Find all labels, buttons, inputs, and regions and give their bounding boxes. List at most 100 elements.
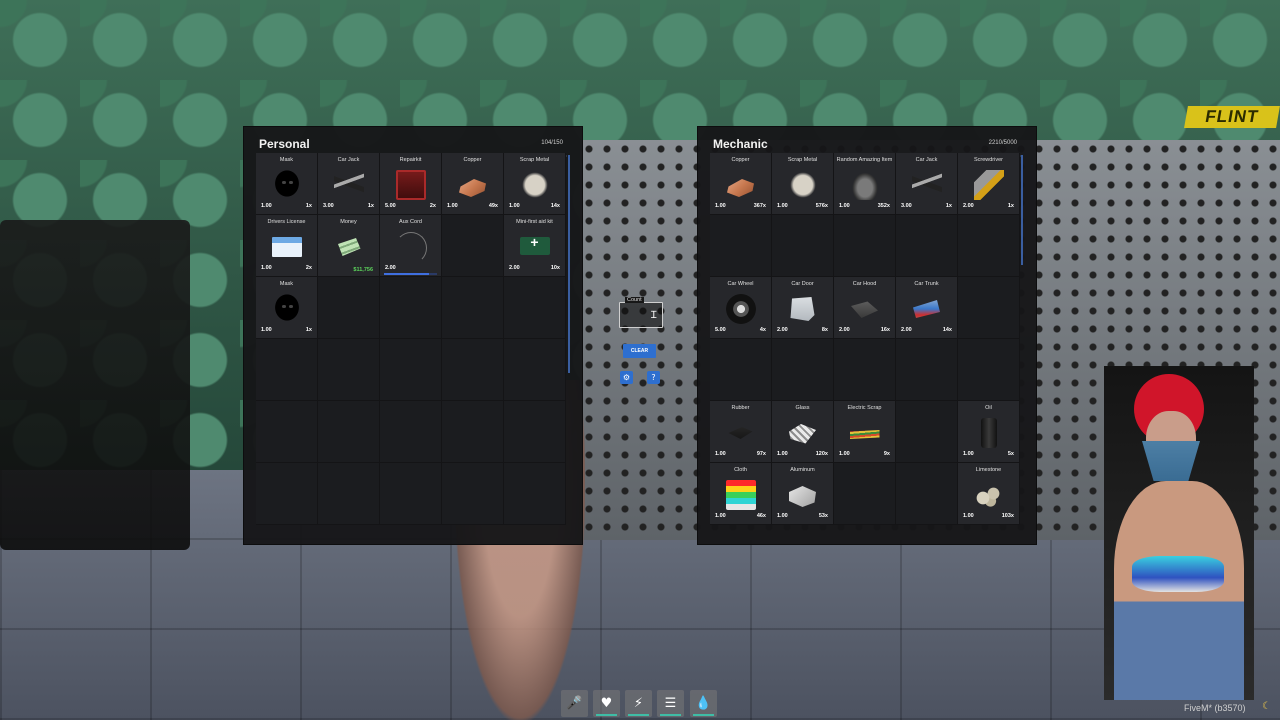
item-weight: 5.00 [715, 327, 726, 333]
inventory-slot[interactable]: Car Jack 3.00 1x [318, 153, 380, 215]
item-name: Mini-first aid kit [516, 219, 553, 225]
empty-slot[interactable] [442, 339, 504, 401]
inventory-slot[interactable]: Cloth 1.00 46x [710, 463, 772, 525]
copper-icon [459, 179, 486, 197]
empty-slot[interactable] [958, 277, 1020, 339]
inventory-slot[interactable]: Scrap Metal 1.00 576x [772, 153, 834, 215]
empty-slot[interactable] [958, 339, 1020, 401]
item-weight: 1.00 [777, 203, 788, 209]
mechanic-scrollbar[interactable] [1021, 155, 1023, 265]
personal-scrollbar[interactable] [568, 155, 570, 373]
inventory-slot[interactable]: Random Amazing Item 1.00 352x [834, 153, 896, 215]
empty-slot[interactable] [896, 215, 958, 277]
item-weight: 1.00 [963, 451, 974, 457]
clear-button[interactable]: CLEAR [623, 344, 656, 358]
empty-slot[interactable] [772, 339, 834, 401]
item-weight: 1.00 [777, 451, 788, 457]
inventory-slot[interactable]: Money $11,756 [318, 215, 380, 277]
empty-slot[interactable] [442, 215, 504, 277]
inventory-slot[interactable]: Rubber 1.00 97x [710, 401, 772, 463]
empty-slot[interactable] [442, 277, 504, 339]
empty-slot[interactable] [380, 339, 442, 401]
webcam-bandana [1142, 441, 1200, 481]
item-count: 120x [815, 451, 828, 457]
item-weight: 1.00 [715, 203, 726, 209]
empty-slot[interactable] [504, 339, 566, 401]
inventory-slot[interactable]: Oil 1.00 5x [958, 401, 1020, 463]
inventory-slot[interactable]: Mini-first aid kit 2.00 10x [504, 215, 566, 277]
settings-button[interactable]: ⚙ [620, 371, 633, 384]
empty-slot[interactable] [834, 215, 896, 277]
item-weight: 3.00 [323, 203, 334, 209]
item-weight: 1.00 [715, 451, 726, 457]
item-weight: 2.00 [963, 203, 974, 209]
mask-icon [271, 170, 302, 200]
inventory-slot[interactable]: Repairkit 5.00 2x [380, 153, 442, 215]
empty-slot[interactable] [256, 463, 318, 525]
personal-inventory-weight: 104/150 [541, 140, 563, 146]
inventory-slot[interactable]: Electric Scrap 1.00 9x [834, 401, 896, 463]
item-name: Copper [731, 157, 750, 163]
empty-slot[interactable] [256, 401, 318, 463]
inventory-slot[interactable]: Car Door 2.00 8x [772, 277, 834, 339]
car-jack-icon [333, 170, 364, 200]
item-weight: 1.00 [261, 265, 272, 271]
empty-slot[interactable] [834, 463, 896, 525]
empty-slot[interactable] [710, 339, 772, 401]
empty-slot[interactable] [380, 401, 442, 463]
item-name: Glass [795, 405, 810, 411]
empty-slot[interactable] [896, 401, 958, 463]
inventory-slot[interactable]: Copper 1.00 367x [710, 153, 772, 215]
count-label: Count [625, 297, 644, 303]
tire-rack-background [0, 220, 190, 550]
empty-slot[interactable] [504, 463, 566, 525]
item-weight: 3.00 [901, 203, 912, 209]
item-weight: 1.00 [963, 513, 974, 519]
empty-slot[interactable] [256, 339, 318, 401]
item-name: Car Wheel [727, 281, 754, 287]
empty-slot[interactable] [318, 277, 380, 339]
item-count: 1x [305, 203, 312, 209]
empty-slot[interactable] [380, 463, 442, 525]
inventory-slot[interactable]: Car Jack 3.00 1x [896, 153, 958, 215]
scrap-metal-icon [519, 170, 550, 200]
empty-slot[interactable] [958, 215, 1020, 277]
inventory-slot[interactable]: Car Hood 2.00 16x [834, 277, 896, 339]
item-count: 1x [1007, 203, 1014, 209]
empty-slot[interactable] [504, 401, 566, 463]
item-count: 367x [753, 203, 766, 209]
item-count: 49x [488, 203, 498, 209]
inventory-slot[interactable]: Glass 1.00 120x [772, 401, 834, 463]
inventory-slot[interactable]: Copper 1.00 49x [442, 153, 504, 215]
inventory-slot[interactable]: Aux Cord 2.00 [380, 215, 442, 277]
cloth-icon [725, 480, 756, 510]
inventory-slot[interactable]: Screwdriver 2.00 1x [958, 153, 1020, 215]
empty-slot[interactable] [504, 277, 566, 339]
inventory-slot[interactable]: Scrap Metal 1.00 14x [504, 153, 566, 215]
empty-slot[interactable] [442, 401, 504, 463]
empty-slot[interactable] [896, 463, 958, 525]
item-name: Oil [985, 405, 992, 411]
inventory-slot[interactable]: Car Wheel 5.00 4x [710, 277, 772, 339]
empty-slot[interactable] [772, 215, 834, 277]
empty-slot[interactable] [318, 401, 380, 463]
empty-slot[interactable] [896, 339, 958, 401]
inventory-slot[interactable]: Drivers License 1.00 2x [256, 215, 318, 277]
inventory-slot[interactable]: Aluminum 1.00 53x [772, 463, 834, 525]
empty-slot[interactable] [442, 463, 504, 525]
inventory-slot[interactable]: Mask 1.00 1x [256, 277, 318, 339]
empty-slot[interactable] [710, 215, 772, 277]
empty-slot[interactable] [318, 463, 380, 525]
screwdriver-icon [973, 170, 1004, 200]
inventory-slot[interactable]: Limestone 1.00 103x [958, 463, 1020, 525]
empty-slot[interactable] [834, 339, 896, 401]
inventory-slot[interactable]: Car Trunk 2.00 14x [896, 277, 958, 339]
empty-slot[interactable] [318, 339, 380, 401]
scrap-metal-icon [787, 170, 818, 200]
empty-slot[interactable] [380, 277, 442, 339]
inventory-slot[interactable]: Mask 1.00 1x [256, 153, 318, 215]
item-name: Limestone [975, 467, 1002, 473]
hud-slot: 💧 [690, 690, 717, 717]
item-count: 1x [367, 203, 374, 209]
help-button[interactable]: ? [647, 371, 660, 384]
